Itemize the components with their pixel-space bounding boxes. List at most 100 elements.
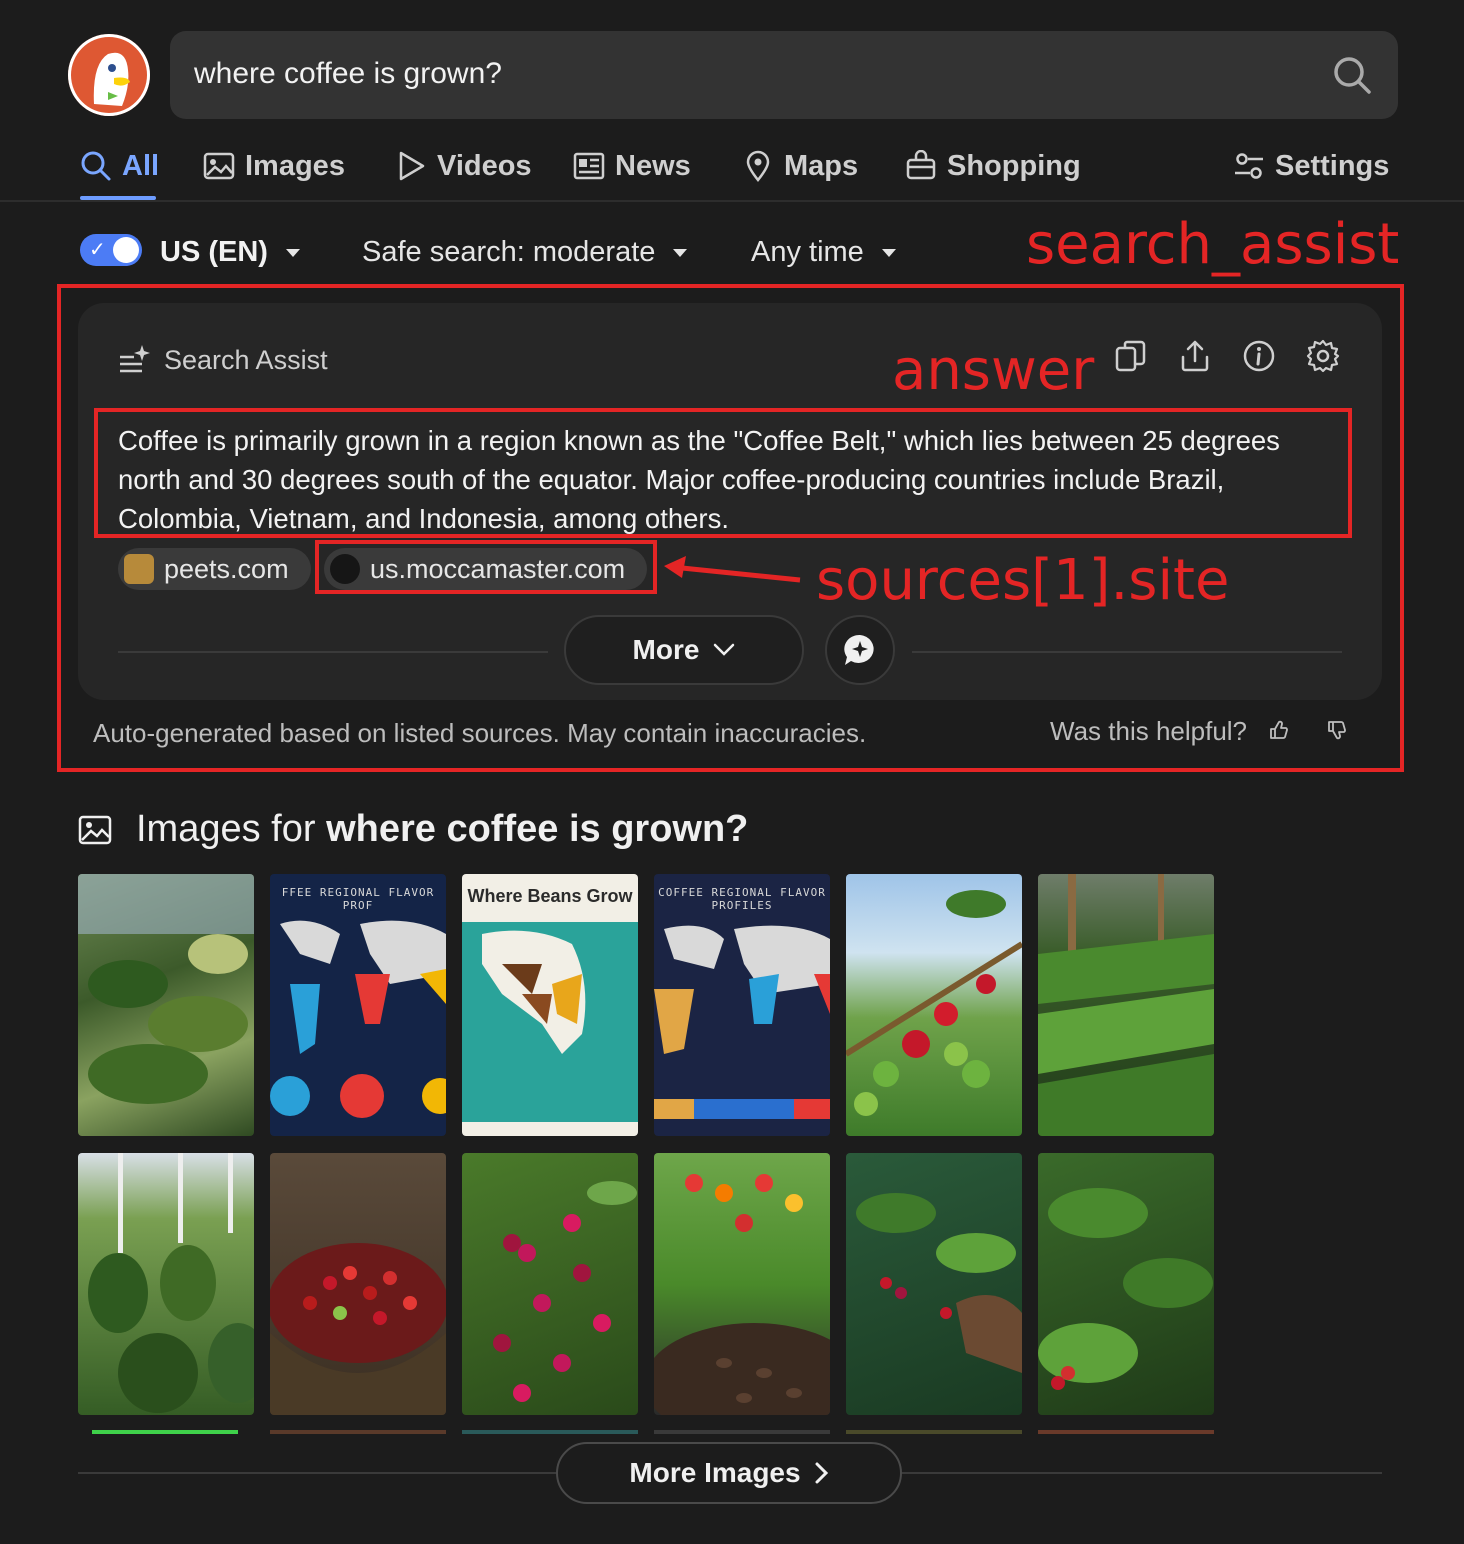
coffee-plant-photo-icon — [78, 874, 254, 1104]
gear-icon[interactable] — [1306, 339, 1340, 373]
check-icon: ✓ — [89, 239, 106, 261]
tab-images[interactable]: Images — [203, 146, 345, 186]
more-images-button[interactable]: More Images — [556, 1442, 902, 1504]
source-chip-peets[interactable]: peets.com — [118, 548, 311, 590]
image-thumbnail[interactable]: Where Beans Grow — [462, 874, 638, 1136]
image-thumbnail[interactable] — [78, 1153, 254, 1415]
chat-button[interactable] — [825, 615, 895, 685]
images-heading[interactable]: Images for where coffee is grown? — [78, 808, 748, 851]
tab-label: Maps — [784, 149, 859, 182]
helpful-label: Was this helpful? — [1050, 716, 1248, 746]
caret-down-icon — [673, 248, 688, 257]
image-thumbnail[interactable] — [270, 1153, 446, 1415]
peets-favicon-icon — [124, 554, 154, 584]
play-icon — [399, 151, 425, 181]
image-thumbnail-peek — [846, 1430, 1022, 1434]
image-thumbnail-peek — [92, 1430, 238, 1434]
images-heading-query: where coffee is grown? — [326, 808, 749, 850]
search-input[interactable]: where coffee is grown? — [194, 57, 502, 91]
source-site: peets.com — [164, 553, 289, 584]
region-toggle[interactable]: ✓ — [80, 234, 142, 266]
chevron-down-icon — [714, 643, 735, 656]
share-icon[interactable] — [1178, 339, 1212, 373]
active-tab-indicator — [80, 196, 156, 200]
region-select[interactable]: US (EN) — [160, 236, 300, 269]
annotation-source-box — [315, 540, 657, 594]
coffee-picking-photo-icon — [856, 1193, 1022, 1373]
more-images-label: More Images — [629, 1457, 801, 1488]
coffee-cherries-photo-icon — [846, 890, 1022, 1116]
image-thumbnail[interactable] — [1038, 1153, 1214, 1415]
tab-label: Images — [245, 149, 345, 182]
tab-videos[interactable]: Videos — [395, 146, 532, 186]
thumbs-up-icon[interactable] — [1269, 716, 1289, 747]
time-select[interactable]: Any time — [751, 236, 896, 269]
images-heading-prefix: Images for — [136, 808, 327, 850]
image-thumbnail-peek — [1038, 1430, 1214, 1434]
world-map-infographic-icon — [654, 925, 830, 1119]
image-thumbnail[interactable]: FFEE REGIONAL FLAVOR PROF — [270, 874, 446, 1136]
divider — [118, 651, 548, 653]
image-icon — [203, 152, 235, 180]
search-filters: ✓ US (EN) Safe search: moderate Any time — [0, 222, 1000, 282]
coffee-farm-photo-icon — [88, 1153, 254, 1413]
search-assist-title: Search Assist — [164, 344, 328, 375]
search-icon — [81, 151, 111, 181]
sparkle-list-icon — [120, 345, 150, 373]
thumbnail-caption: Where Beans Grow — [467, 886, 633, 906]
image-icon — [78, 815, 112, 844]
info-icon[interactable] — [1242, 339, 1276, 373]
annotation-arrow-icon — [664, 556, 801, 583]
disclaimer-text: Auto-generated based on listed sources. … — [93, 718, 867, 748]
image-thumbnail[interactable] — [78, 874, 254, 1136]
newspaper-icon — [573, 152, 605, 180]
duckduckgo-logo[interactable] — [68, 34, 150, 116]
search-box[interactable]: where coffee is grown? — [170, 31, 1398, 119]
caret-down-icon — [881, 248, 896, 257]
time-label: Any time — [751, 236, 864, 268]
toggle-knob — [113, 237, 139, 263]
image-thumbnail[interactable] — [1038, 874, 1214, 1136]
tab-settings[interactable]: Settings — [1233, 146, 1389, 186]
world-map-infographic-icon — [270, 920, 446, 1118]
search-assist-header: Search Assist — [118, 343, 328, 377]
coffee-plant-photo-icon — [1038, 1188, 1213, 1390]
thumbs-down-icon[interactable] — [1327, 716, 1347, 747]
sliders-icon — [1235, 153, 1263, 179]
map-pin-icon — [746, 150, 770, 182]
region-label: US (EN) — [160, 236, 268, 268]
shopping-bag-icon — [906, 150, 936, 180]
annotation-answer-label: answer — [892, 338, 1095, 403]
more-button[interactable]: More — [564, 615, 804, 685]
coffee-nursery-photo-icon — [1038, 874, 1214, 1136]
annotation-answer-box — [94, 408, 1352, 538]
coffee-cherries-photo-icon — [493, 1181, 637, 1402]
image-thumbnail[interactable] — [846, 874, 1022, 1136]
image-thumbnail-peek — [654, 1430, 830, 1434]
caret-down-icon — [285, 248, 300, 257]
more-label: More — [632, 634, 700, 665]
tab-label: Settings — [1275, 149, 1390, 182]
feedback-prompt: Was this helpful? — [1050, 716, 1347, 747]
chat-sparkle-icon — [844, 634, 874, 665]
tab-maps[interactable]: Maps — [742, 146, 858, 186]
annotation-sources-label: sources[1].site — [816, 548, 1230, 613]
copy-icon[interactable] — [1114, 339, 1148, 373]
search-icon[interactable] — [1332, 55, 1372, 95]
safe-search-select[interactable]: Safe search: moderate — [362, 236, 688, 269]
coffee-beans-photo-icon — [654, 1174, 830, 1415]
search-assist-actions — [1114, 339, 1340, 373]
image-thumbnail[interactable]: COFFEE REGIONAL FLAVOR PROFILES — [654, 874, 830, 1136]
tab-news[interactable]: News — [573, 146, 691, 186]
thumbnail-caption: COFFEE REGIONAL FLAVOR PROFILES — [658, 886, 826, 912]
image-thumbnail[interactable] — [846, 1153, 1022, 1415]
tab-label: News — [615, 149, 691, 182]
image-thumbnail[interactable] — [462, 1153, 638, 1415]
image-thumbnail[interactable] — [654, 1153, 830, 1415]
image-thumbnail-peek — [270, 1430, 446, 1434]
tab-label: All — [122, 149, 160, 182]
duck-logo-icon — [72, 38, 146, 112]
tab-shopping[interactable]: Shopping — [905, 146, 1081, 186]
tab-all[interactable]: All — [80, 146, 159, 186]
chevron-right-icon — [815, 1462, 828, 1484]
